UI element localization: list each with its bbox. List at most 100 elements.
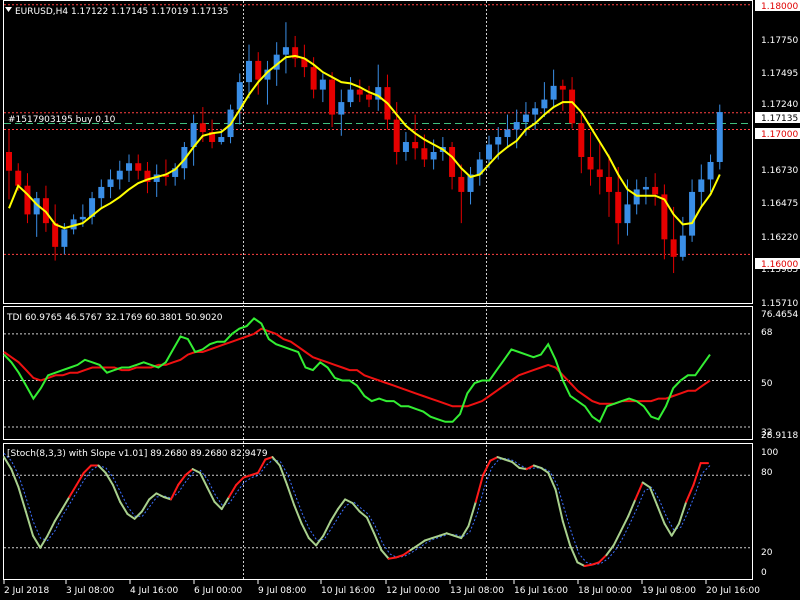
stoch-main-segment — [387, 556, 397, 560]
time-axis: 2 Jul 2018 3 Jul 08:00 4 Jul 16:00 6 Jul 00… — [3, 580, 760, 596]
time-label: 19 Jul 08:00 — [642, 586, 696, 596]
candle-body — [707, 161, 714, 180]
candle-body — [615, 191, 622, 224]
level-tag: 1.17000 — [761, 130, 798, 140]
trade-label: #1517903195 buy 0.10 — [8, 115, 116, 125]
candle-body — [356, 89, 363, 95]
stoch-axis: 100 80 20 0 — [761, 448, 778, 578]
candle-body — [513, 122, 520, 130]
candle-body — [338, 102, 345, 115]
price-label: 1.15710 — [761, 299, 798, 309]
candle-body — [24, 185, 31, 215]
candle-body — [679, 235, 686, 257]
candle-body — [98, 186, 105, 199]
candle-body — [522, 114, 529, 123]
time-label: 2 Jul 2018 — [4, 586, 49, 596]
level-tag: 1.18000 — [761, 2, 798, 12]
candle-body — [670, 239, 677, 257]
time-label: 10 Jul 16:00 — [321, 586, 375, 596]
price-label: 1.17240 — [761, 100, 798, 110]
candle-body — [624, 204, 631, 224]
candle-body — [633, 189, 640, 205]
candle-body — [393, 119, 400, 152]
candle-body — [569, 89, 576, 124]
candle-body — [310, 67, 317, 90]
candle-body — [6, 152, 12, 171]
stoch-main-segment — [583, 563, 593, 567]
candle-body — [246, 60, 252, 83]
candle-body — [606, 176, 612, 192]
stoch-axis-label: 0 — [761, 568, 767, 578]
candle-body — [652, 186, 659, 195]
candle-body — [430, 152, 437, 160]
price-label: 1.17495 — [761, 69, 798, 79]
candle-body — [218, 137, 225, 143]
candle-body — [550, 85, 557, 100]
stoch-header: [Stoch(8,3,3) with Slope v1.01] 89.2680 … — [7, 449, 268, 459]
candle-body — [116, 170, 123, 180]
time-label: 13 Jul 08:00 — [450, 586, 504, 596]
candle-body — [541, 99, 548, 109]
tdi-axis-label: 68 — [761, 328, 773, 338]
level-tag: 1.16000 — [761, 260, 798, 270]
time-label: 9 Jul 08:00 — [258, 586, 307, 596]
candle-body — [282, 47, 289, 55]
stoch-axis-label: 100 — [761, 448, 778, 458]
candle-body — [716, 112, 723, 162]
candle-body — [504, 129, 511, 138]
candle-body — [126, 163, 132, 171]
candle-body — [319, 79, 326, 90]
candle-body — [412, 142, 419, 149]
price-label: 1.16475 — [761, 199, 798, 209]
trading-chart[interactable]: EURUSD,H4 1.17122 1.17145 1.17019 1.1713… — [0, 0, 800, 600]
level-tag: 1.17135 — [761, 114, 798, 124]
price-label: 1.17750 — [761, 36, 798, 46]
stoch-pane[interactable] — [3, 443, 753, 580]
candle-body — [366, 94, 372, 100]
candle-body — [587, 156, 594, 170]
price-label: 1.16730 — [761, 166, 798, 176]
candle-body — [578, 123, 585, 157]
time-label: 3 Jul 08:00 — [66, 586, 115, 596]
candle-body — [79, 216, 86, 220]
time-label: 18 Jul 00:00 — [578, 586, 632, 596]
time-label: 4 Jul 16:00 — [130, 586, 179, 596]
time-label: 20 Jul 16:00 — [706, 586, 760, 596]
price-label: 1.16220 — [761, 233, 798, 243]
stoch-axis-label: 20 — [761, 548, 773, 558]
time-label: 6 Jul 00:00 — [194, 586, 243, 596]
candle-body — [532, 108, 539, 115]
candle-body — [698, 179, 705, 192]
candle-body — [135, 163, 142, 171]
candle-body — [199, 123, 206, 133]
candle-body — [421, 148, 428, 160]
candle-body — [15, 170, 22, 186]
tdi-header: TDI 60.9765 46.5767 32.1769 60.3801 50.9… — [6, 313, 223, 323]
candle-body — [486, 144, 492, 160]
candle-body — [458, 176, 465, 192]
symbol-info: EURUSD,H4 1.17122 1.17145 1.17019 1.1713… — [15, 7, 228, 17]
tdi-axis: 76.4654 68 50 32 28.9118 — [761, 310, 798, 441]
candle-body — [61, 229, 68, 247]
candle-body — [347, 89, 354, 103]
candle-body — [255, 60, 262, 80]
candle-body — [329, 79, 336, 115]
stoch-main-segment — [518, 466, 528, 471]
candle-body — [596, 169, 603, 177]
tdi-axis-label: 50 — [761, 379, 773, 389]
price-pane[interactable] — [3, 0, 753, 304]
candle-body — [52, 223, 59, 247]
candle-body — [495, 137, 502, 145]
candle-body — [402, 142, 409, 152]
candle-body — [107, 179, 114, 187]
tdi-axis-label: 28.9118 — [761, 431, 798, 441]
tdi-pane[interactable] — [3, 306, 753, 440]
tdi-axis-label: 76.4654 — [761, 310, 798, 320]
time-label: 12 Jul 00:00 — [386, 586, 440, 596]
stoch-axis-label: 80 — [761, 468, 773, 478]
time-label: 16 Jul 16:00 — [514, 586, 568, 596]
candle-body — [449, 147, 456, 177]
candle-body — [689, 191, 696, 236]
candle-body — [642, 186, 649, 190]
candle-body — [559, 85, 566, 90]
